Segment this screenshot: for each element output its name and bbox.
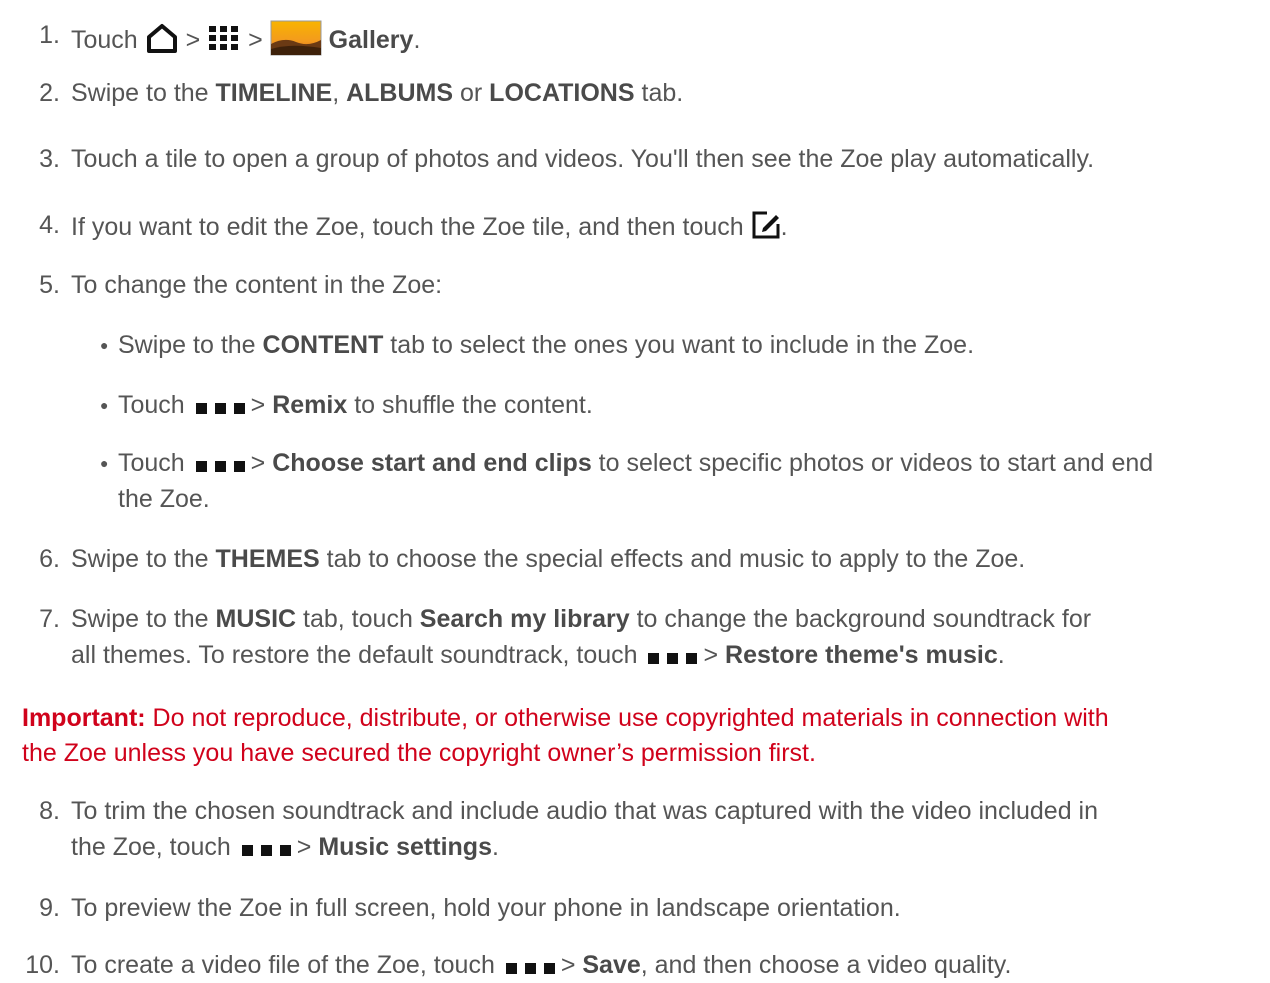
- menu-dots-icon: [195, 449, 247, 479]
- menu-dots-icon: [241, 833, 293, 863]
- step-text: Touch: [71, 26, 138, 55]
- bullet-dot: ●: [100, 337, 109, 353]
- edit-icon: [751, 210, 781, 247]
- menu-dots-icon: [648, 641, 699, 671]
- step-number: 1.: [39, 21, 60, 49]
- important-note-cont: the Zoe unless you have secured the copy…: [22, 739, 816, 767]
- important-note: Important: Do not reproduce, distribute,…: [22, 704, 1109, 732]
- important-label: Important:: [22, 704, 146, 732]
- menu-dots-icon: [195, 391, 247, 421]
- bullet-dot: ●: [100, 455, 109, 471]
- bullet-dot: ●: [100, 397, 109, 413]
- gallery-icon: [270, 20, 322, 63]
- menu-dots-icon: [505, 951, 557, 981]
- home-icon: [145, 23, 179, 60]
- apps-grid-icon: [207, 23, 241, 60]
